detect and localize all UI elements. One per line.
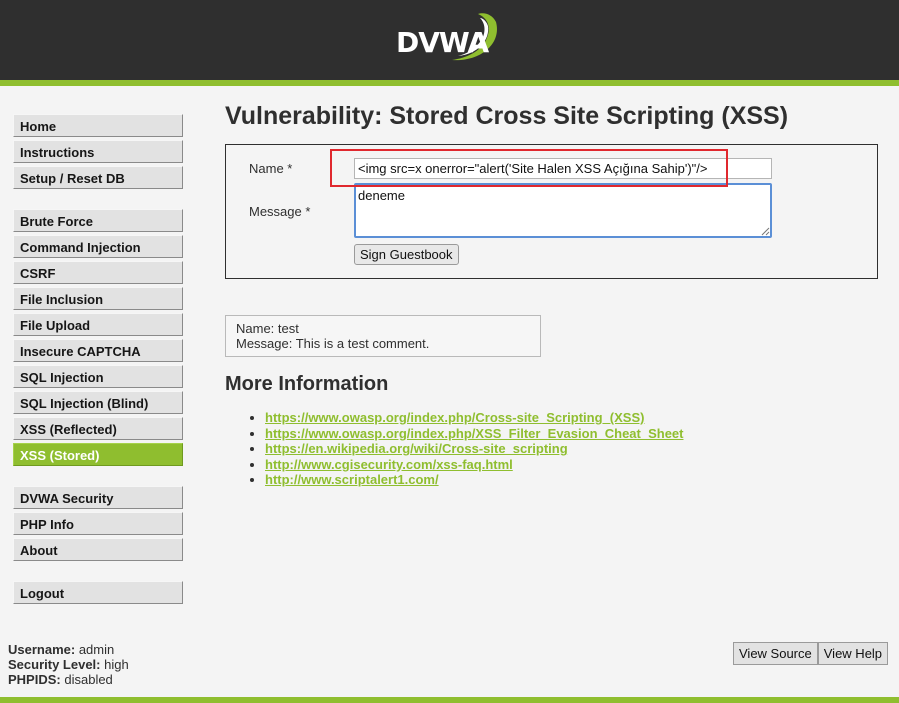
list-item: http://www.scriptalert1.com/ — [265, 472, 885, 488]
phpids-label: PHPIDS: — [8, 672, 61, 687]
more-information-heading: More Information — [225, 373, 389, 395]
dvwa-logo[interactable]: DVWA — [392, 10, 504, 72]
menu-item-php-info[interactable]: PHP Info — [13, 512, 183, 535]
message-textarea[interactable]: deneme — [354, 183, 772, 238]
link-scriptalert1[interactable]: http://www.scriptalert1.com/ — [265, 472, 439, 487]
menu-item-sql-injection[interactable]: SQL Injection — [13, 365, 183, 388]
red-highlight-annotation — [330, 149, 728, 187]
link-owasp-filter-evasion[interactable]: https://www.owasp.org/index.php/XSS_Filt… — [265, 426, 684, 441]
footer-buttons: View Source View Help — [733, 642, 889, 665]
resize-grip-icon[interactable] — [761, 227, 770, 236]
menu-item-logout[interactable]: Logout — [13, 581, 183, 604]
phpids-line: PHPIDS: disabled — [8, 672, 129, 687]
footer-bar — [0, 697, 899, 703]
sign-guestbook-button[interactable]: Sign Guestbook — [354, 244, 459, 265]
entry-name: Name: test — [236, 321, 299, 336]
menu-item-about[interactable]: About — [13, 538, 183, 561]
guestbook-form: Name * Message * deneme Sign Guestbook — [225, 144, 878, 279]
sidebar-menu: Home Instructions Setup / Reset DB Brute… — [13, 114, 183, 607]
security-value: high — [104, 657, 129, 672]
view-source-button[interactable]: View Source — [733, 642, 818, 665]
menu-item-instructions[interactable]: Instructions — [13, 140, 183, 163]
message-label: Message * — [249, 204, 311, 219]
menu-spacer — [13, 564, 183, 581]
guestbook-entry: Name: test Message: This is a test comme… — [225, 315, 541, 357]
menu-item-dvwa-security[interactable]: DVWA Security — [13, 486, 183, 509]
more-info-links: https://www.owasp.org/index.php/Cross-si… — [225, 410, 885, 488]
list-item: https://www.owasp.org/index.php/XSS_Filt… — [265, 426, 885, 442]
list-item: http://www.cgisecurity.com/xss-faq.html — [265, 457, 885, 473]
menu-item-csrf[interactable]: CSRF — [13, 261, 183, 284]
name-label: Name * — [249, 161, 293, 176]
username-label: Username: — [8, 642, 76, 657]
list-item: https://www.owasp.org/index.php/Cross-si… — [265, 410, 885, 426]
menu-item-insecure-captcha[interactable]: Insecure CAPTCHA — [13, 339, 183, 362]
logo-text: DVWA — [396, 26, 489, 59]
list-item: https://en.wikipedia.org/wiki/Cross-site… — [265, 441, 885, 457]
page-title: Vulnerability: Stored Cross Site Scripti… — [225, 102, 789, 130]
menu-spacer — [13, 192, 183, 209]
security-line: Security Level: high — [8, 657, 129, 672]
link-wikipedia-xss[interactable]: https://en.wikipedia.org/wiki/Cross-site… — [265, 441, 568, 456]
entry-message: Message: This is a test comment. — [236, 336, 430, 351]
menu-item-sql-injection-blind[interactable]: SQL Injection (Blind) — [13, 391, 183, 414]
menu-item-command-injection[interactable]: Command Injection — [13, 235, 183, 258]
menu-item-file-inclusion[interactable]: File Inclusion — [13, 287, 183, 310]
username-line: Username: admin — [8, 642, 129, 657]
page-header: DVWA — [0, 0, 899, 86]
menu-spacer — [13, 469, 183, 486]
menu-item-xss-reflected[interactable]: XSS (Reflected) — [13, 417, 183, 440]
link-owasp-xss[interactable]: https://www.owasp.org/index.php/Cross-si… — [265, 410, 644, 425]
phpids-value: disabled — [64, 672, 113, 687]
link-cgisecurity-faq[interactable]: http://www.cgisecurity.com/xss-faq.html — [265, 457, 513, 472]
user-info: Username: admin Security Level: high PHP… — [8, 642, 129, 687]
menu-item-home[interactable]: Home — [13, 114, 183, 137]
view-help-button[interactable]: View Help — [817, 642, 889, 665]
username-value: admin — [78, 642, 115, 657]
main-content: Vulnerability: Stored Cross Site Scripti… — [225, 96, 885, 488]
menu-item-file-upload[interactable]: File Upload — [13, 313, 183, 336]
menu-item-xss-stored[interactable]: XSS (Stored) — [13, 443, 183, 466]
security-label: Security Level: — [8, 657, 101, 672]
menu-item-setup[interactable]: Setup / Reset DB — [13, 166, 183, 189]
menu-item-brute-force[interactable]: Brute Force — [13, 209, 183, 232]
